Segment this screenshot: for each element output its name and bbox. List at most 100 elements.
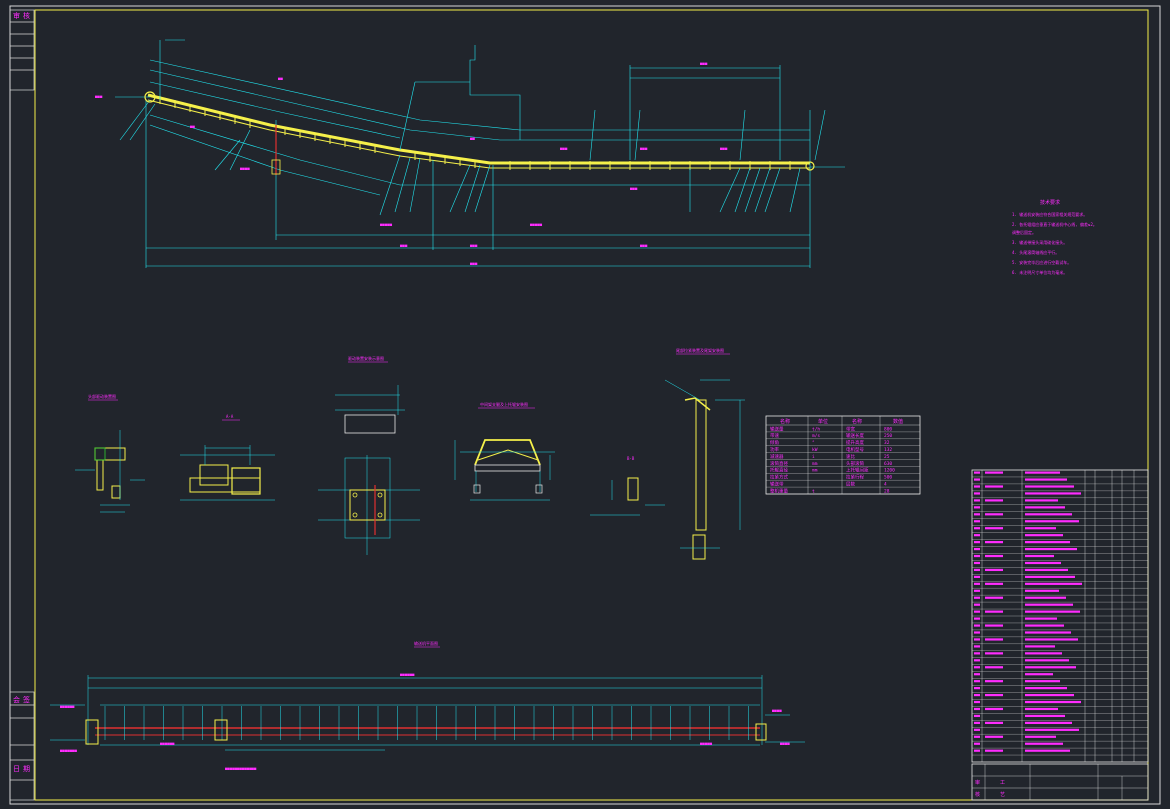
parts-row-text — [1025, 561, 1061, 565]
param-cell: 25 — [884, 454, 890, 460]
parts-list: 审 核 工 艺 — [971, 469, 1149, 801]
svg-text:■■: ■■ — [470, 136, 475, 141]
svg-text:■■■■■■: ■■■■■■ — [400, 672, 415, 677]
svg-text:■■■■: ■■■■ — [772, 708, 782, 713]
left-top-char-1: 审 — [13, 11, 20, 20]
param-cell: ° — [812, 440, 815, 446]
parts-row-code — [985, 652, 1003, 655]
parts-row-no — [974, 520, 980, 523]
parts-row-no — [974, 617, 980, 620]
parts-row-no — [974, 589, 980, 592]
parts-row-code — [985, 707, 1003, 711]
svg-text:■■■: ■■■ — [630, 186, 638, 191]
parts-row-text — [1025, 478, 1067, 481]
parts-row-text — [1025, 603, 1073, 606]
parts-row-text — [1025, 492, 1081, 495]
param-header-3: 名称 — [852, 418, 862, 425]
param-cell: t — [812, 488, 815, 494]
svg-text:■■■: ■■■ — [560, 146, 568, 151]
parts-row-no — [974, 547, 980, 551]
view-label-1: 头部驱动装置图 — [88, 393, 116, 399]
svg-text:■■: ■■ — [190, 124, 195, 129]
parts-row-code — [985, 485, 1003, 488]
param-header-4: 数值 — [893, 418, 903, 425]
parts-row-text — [1025, 687, 1067, 690]
parts-row-code — [985, 596, 1003, 599]
param-cell: 4 — [884, 482, 887, 488]
parts-row-text — [1025, 735, 1056, 738]
cad-drawing: 审 核 会 签 日 期 ■■■■■■ ■■■■■■ ■■■■■■ ■■■ ■■■… — [9, 5, 1161, 805]
param-cell: 滚筒直径 — [770, 460, 788, 467]
note-6: 6. 未注明尺寸单位均为毫米。 — [1012, 269, 1067, 275]
parts-row-code — [985, 666, 1003, 669]
parts-row-no — [974, 735, 980, 738]
param-cell: 800 — [884, 426, 892, 432]
detail-drive-install: 驱动装置安装示意图 — [318, 355, 420, 555]
parts-row-code — [985, 499, 1003, 502]
view-label-2: A-A — [226, 414, 234, 419]
parts-row-no — [974, 700, 980, 704]
view-label-3: 驱动装置安装示意图 — [348, 355, 384, 361]
parts-row-text — [1025, 541, 1070, 544]
left-footer-char-2: 期 — [23, 765, 30, 773]
parts-row-text — [1025, 673, 1053, 676]
parts-row-text — [1025, 680, 1060, 683]
parameter-table: 输送量 t/h 带宽 800 带速 m/s 输送长度 250 倾角 ° 提升高度 32 功率 kW 电机型号… — [765, 415, 921, 495]
parts-row-no — [974, 721, 980, 724]
detail-tail: 尾部拉紧装置及尾架安装图 — [664, 347, 745, 560]
left-bottom-char-2: 签 — [23, 695, 30, 704]
parts-row-code — [985, 624, 1003, 627]
parts-row-text — [1025, 631, 1071, 634]
param-cell: 上托辊间距 — [846, 467, 869, 474]
param-cell: 拉紧方式 — [770, 474, 788, 481]
parts-row-text — [1025, 547, 1077, 551]
detail-head-drive: 头部驱动装置图 — [75, 393, 145, 513]
svg-text:■■■■■■■■■■■■■: ■■■■■■■■■■■■■ — [225, 766, 257, 771]
parts-row-code — [985, 610, 1003, 613]
left-bottom-char-1: 会 — [13, 695, 20, 704]
notes-heading: 技术要求 — [1040, 199, 1060, 206]
parts-row-no — [974, 673, 980, 676]
tb-char-1: 审 — [975, 779, 980, 786]
technical-notes: 技术要求 1. 输送机安装应符合国家相关规范要求。 2. 各托辊组应垂直于输送机… — [1012, 199, 1097, 275]
note-3: 3. 输送带接头采用硫化接头。 — [1012, 239, 1067, 245]
parts-row-text — [1025, 638, 1078, 641]
svg-text:■■■■■■■: ■■■■■■■ — [60, 748, 77, 753]
parts-row-text — [1025, 520, 1079, 523]
param-cell: kW — [812, 447, 818, 453]
detail-idler-frame: 中间架支腿及上托辊安装图 — [454, 401, 555, 501]
parts-row-no — [974, 506, 980, 509]
parts-row-no — [974, 687, 980, 690]
parts-row-text — [1025, 728, 1079, 731]
svg-text:■■■: ■■■ — [470, 243, 478, 248]
tb-char-2: 核 — [975, 791, 980, 798]
svg-text:■■■: ■■■ — [720, 146, 728, 151]
param-cell: 提升高度 — [846, 439, 864, 446]
parts-row-text — [1025, 652, 1062, 655]
parts-row-text — [1025, 610, 1080, 613]
parts-row-text — [1025, 707, 1058, 711]
param-cell: 32 — [884, 440, 890, 446]
param-cell: 倾角 — [770, 439, 779, 446]
detail-a-a: A-A — [180, 414, 275, 501]
svg-text:■■■: ■■■ — [400, 243, 408, 248]
parts-row-text — [1025, 575, 1075, 578]
parts-row-code — [985, 471, 1003, 474]
note-2: 2. 各托辊组应垂直于输送机中心线, 偏差≤2。 — [1012, 221, 1097, 227]
parts-row-code — [985, 527, 1003, 530]
param-cell: 500 — [884, 475, 892, 481]
parts-row-code — [985, 735, 1003, 738]
tb-char-3: 工 — [1000, 780, 1005, 786]
parts-row-no — [974, 554, 980, 558]
view-label-7: 输送机平面图 — [414, 640, 438, 646]
svg-text:■■■■■: ■■■■■ — [530, 222, 543, 227]
main-elevation-view: ■■■■■■ ■■■■■■ ■■■■■■ ■■■ ■■■ ■■■■■■ ■■■■■… — [95, 39, 845, 268]
parts-row-text — [1025, 742, 1063, 745]
parts-row-code — [985, 721, 1003, 724]
parts-row-no — [974, 541, 980, 544]
param-cell: mm — [812, 462, 818, 467]
svg-text:■■■: ■■■ — [640, 146, 648, 151]
param-cell: 电机型号 — [846, 446, 864, 453]
parts-row-no — [974, 728, 980, 731]
param-cell: mm — [812, 469, 818, 474]
